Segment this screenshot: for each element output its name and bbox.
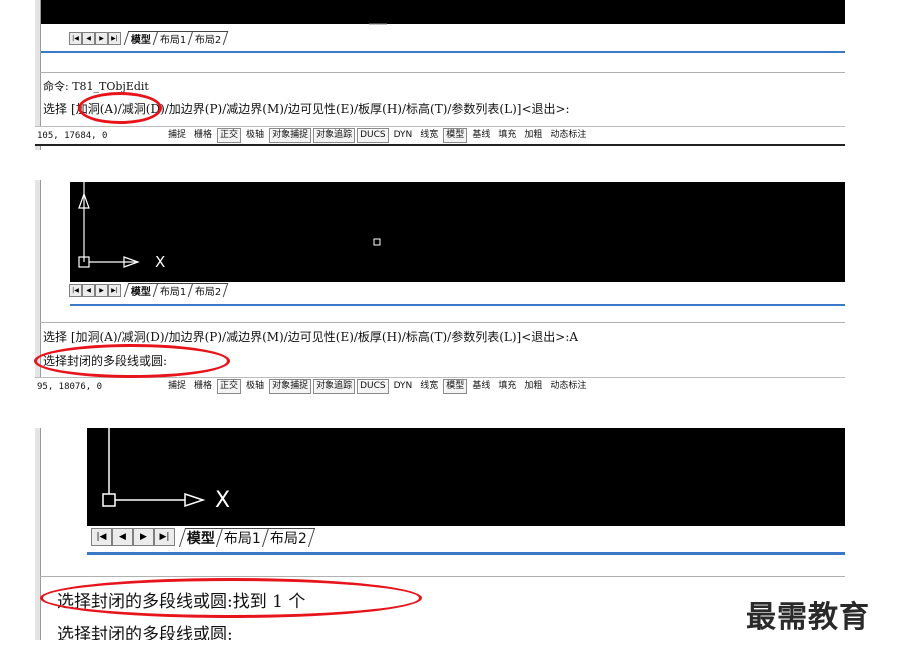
status-fill-button[interactable]: 填充 [495,128,519,143]
tab-layout2[interactable]: 布局2 [261,527,315,547]
prompt-options: /减洞(D)/加边界(P)/减边界(M)/边可见性(E)/板厚(H)/标高(T)… [117,102,570,116]
tab-layout2[interactable]: 布局2 [188,31,230,46]
tab-layout2-label: 布局2 [269,530,307,547]
next-tab-button[interactable]: ▶ [95,283,108,297]
command-history-line: 选择 [加洞(A)/减洞(D)/加边界(P)/减边界(M)/边可见性(E)/板厚… [43,330,579,344]
prev-tab-button[interactable]: ◀ [112,528,133,546]
status-otrack-button[interactable]: 对象追踪 [313,128,356,143]
axis-x-label: X [155,253,166,271]
status-lineweight-button[interactable]: 线宽 [417,379,441,394]
status-grid-button[interactable]: 栅格 [191,379,215,394]
command-result-line: 选择封闭的多段线或圆:找到 1 个 [57,592,306,612]
next-tab-button[interactable]: ▶ [133,528,154,546]
tab-model-label: 模型 [186,530,215,547]
tab-layout1[interactable]: 布局1 [215,527,270,547]
prompt-prefix: 选择 [43,102,68,116]
coordinate-readout: 95, 18076, 0 [37,381,103,392]
status-bold-button[interactable]: 加粗 [521,128,545,143]
option-add-hole[interactable]: [加洞(A) [71,102,118,116]
command-prompt-line: 选择封闭的多段线或圆: [57,625,233,640]
tab-layout2-label: 布局2 [195,287,222,298]
status-lineweight-button[interactable]: 线宽 [417,128,441,143]
status-grid-button[interactable]: 栅格 [191,128,215,143]
first-tab-button[interactable]: |◀ [69,283,82,297]
tab-layout1-label: 布局1 [159,287,187,298]
pick-box-icon [373,238,381,246]
prev-tab-button[interactable]: ◀ [82,283,95,297]
watermark-logo: 最需教育 [746,600,870,635]
tab-layout2[interactable]: 布局2 [188,283,230,298]
cad-window-panel-1: |◀ ◀ ▶ ▶| 模型 布局1 布局2 命令: T81_TObjEdit 选择… [35,0,845,150]
cad-window-panel-2: X |◀ ◀ ▶ ▶| 模型 布局1 布局2 选择 [加洞(A)/减洞(D)/加… [35,180,845,395]
layout-tab-bar: |◀ ◀ ▶ ▶| 模型 布局1 布局2 [69,30,230,46]
cad-window-panel-3: X |◀ ◀ ▶ ▶| 模型 布局1 布局2 选择封闭的多段线或圆:找到 1 个… [35,428,845,640]
ucs-axis-icon [78,182,140,268]
ucs-axis-icon [102,428,206,508]
status-snap-button[interactable]: 捕捉 [165,128,189,143]
last-tab-button[interactable]: ▶| [108,31,121,45]
status-dimension-button[interactable]: 动态标注 [547,128,589,143]
prev-tab-button[interactable]: ◀ [82,31,95,45]
command-prompt-line: 选择封闭的多段线或圆: [43,354,168,368]
window-divider [70,304,845,306]
status-polar-button[interactable]: 极轴 [243,379,267,394]
command-prompt-line: 选择 [加洞(A)/减洞(D)/加边界(P)/减边界(M)/边可见性(E)/板厚(… [43,100,570,117]
window-divider [87,552,845,555]
status-model-button[interactable]: 模型 [443,128,468,143]
last-tab-button[interactable]: ▶| [154,528,175,546]
status-bar: 105, 17684, 0 捕捉 栅格 正交 极轴 对象捕捉 对象追踪 DUCS… [35,126,845,146]
status-ortho-button[interactable]: 正交 [217,128,242,143]
next-tab-button[interactable]: ▶ [95,31,108,45]
status-otrack-button[interactable]: 对象追踪 [313,379,356,394]
command-history-line: 命令: T81_TObjEdit [43,80,149,93]
axis-x-label: X [215,488,231,513]
status-osnap-button[interactable]: 对象捕捉 [269,379,312,394]
status-polar-button[interactable]: 极轴 [243,128,267,143]
status-dimension-button[interactable]: 动态标注 [547,379,589,394]
status-ortho-button[interactable]: 正交 [217,379,242,394]
tab-layout1-label: 布局1 [223,530,261,547]
status-dyn-button[interactable]: DYN [391,379,416,394]
status-baseline-button[interactable]: 基线 [469,379,493,394]
status-bar: 95, 18076, 0 捕捉 栅格 正交 极轴 对象捕捉 对象追踪 DUCS … [35,377,845,395]
tab-layout1-label: 布局1 [159,35,187,46]
layout-tab-bar: |◀ ◀ ▶ ▶| 模型 布局1 布局2 [69,282,230,298]
coordinate-readout: 105, 17684, 0 [37,130,108,141]
first-tab-button[interactable]: |◀ [91,528,112,546]
status-osnap-button[interactable]: 对象捕捉 [269,128,312,143]
status-bold-button[interactable]: 加粗 [521,379,545,394]
tab-model-label: 模型 [130,287,151,298]
status-model-button[interactable]: 模型 [443,379,468,394]
tab-layout2-label: 布局2 [195,35,222,46]
crosshair-cursor-icon [369,23,387,25]
last-tab-button[interactable]: ▶| [108,283,121,297]
window-divider [41,51,845,53]
status-ducs-button[interactable]: DUCS [357,379,389,394]
first-tab-button[interactable]: |◀ [69,31,82,45]
status-ducs-button[interactable]: DUCS [357,128,389,143]
status-dyn-button[interactable]: DYN [391,128,416,143]
status-snap-button[interactable]: 捕捉 [165,379,189,394]
status-fill-button[interactable]: 填充 [495,379,519,394]
status-baseline-button[interactable]: 基线 [469,128,493,143]
layout-tab-bar: |◀ ◀ ▶ ▶| 模型 布局1 布局2 [91,527,315,547]
tab-model-label: 模型 [130,35,151,46]
